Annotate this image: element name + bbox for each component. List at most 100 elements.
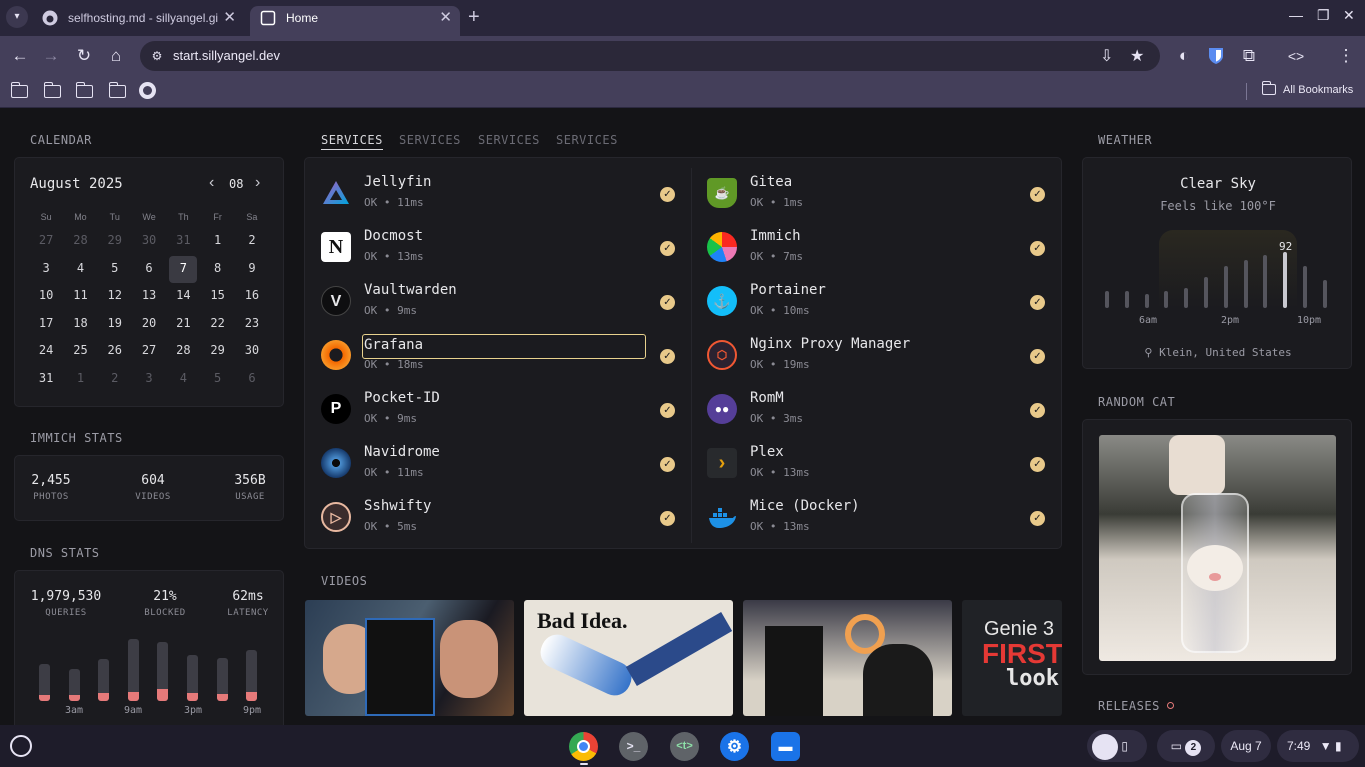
calendar-day[interactable]: 22 (200, 311, 234, 339)
tab-selfhosting[interactable]: selfhosting.md - sillyangel.github.io ✕ (32, 6, 244, 36)
service-vaultwarden[interactable]: V Vaultwarden OK • 9ms ✓ (321, 282, 676, 328)
calendar-day[interactable]: 27 (132, 338, 166, 366)
calendar-day[interactable]: 31 (166, 228, 200, 256)
calendar-day[interactable]: 16 (235, 283, 269, 311)
launcher-icon[interactable] (10, 735, 32, 757)
calendar-day[interactable]: 15 (200, 283, 234, 311)
calendar-day[interactable]: 3 (132, 366, 166, 394)
video-thumbnail[interactable]: Bad Idea. (524, 600, 733, 716)
calendar-day[interactable]: 14 (166, 283, 200, 311)
calendar-day[interactable]: 18 (63, 311, 97, 339)
tab-services-4[interactable]: SERVICES (556, 133, 618, 147)
tab-search-icon[interactable]: ▾ (6, 6, 28, 28)
calendar-day[interactable]: 25 (63, 338, 97, 366)
calendar-day[interactable]: 8 (200, 256, 234, 284)
restore-icon[interactable]: ❐ (1317, 7, 1330, 24)
service-pocket-id[interactable]: P Pocket-ID OK • 9ms ✓ (321, 390, 676, 436)
tab-home[interactable]: Home ✕ (250, 6, 460, 36)
bookmark-folder-icon[interactable] (10, 82, 28, 98)
service-sshwifty[interactable]: ▷ Sshwifty OK • 5ms ✓ (321, 498, 676, 544)
address-bar[interactable]: ⚙ start.sillyangel.dev ⇩ ★ (140, 41, 1160, 71)
calendar-day[interactable]: 20 (132, 311, 166, 339)
service-docmost[interactable]: N Docmost OK • 13ms ✓ (321, 228, 676, 274)
calendar-day[interactable]: 6 (235, 366, 269, 394)
calendar-day[interactable]: 2 (235, 228, 269, 256)
calendar-day[interactable]: 24 (29, 338, 63, 366)
menu-kebab-icon[interactable]: ⋮ (1335, 45, 1357, 67)
calendar-day[interactable]: 31 (29, 366, 63, 394)
back-icon[interactable]: ← (9, 45, 31, 67)
tab-services-2[interactable]: SERVICES (399, 133, 461, 147)
calendar-day[interactable]: 26 (98, 338, 132, 366)
cat-photo[interactable] (1099, 435, 1336, 661)
tab-services-1[interactable]: SERVICES (321, 133, 383, 150)
video-thumbnail[interactable] (305, 600, 514, 716)
calendar-day[interactable]: 19 (98, 311, 132, 339)
calendar-day[interactable]: 30 (132, 228, 166, 256)
extension-cookie-icon[interactable]: ◐ (1173, 45, 1195, 67)
video-thumbnail[interactable] (743, 600, 952, 716)
calendar-day[interactable]: 29 (200, 338, 234, 366)
calendar-today[interactable]: 7 (169, 255, 198, 283)
chrome-icon[interactable] (569, 732, 598, 761)
service-jellyfin[interactable]: Jellyfin OK • 11ms ✓ (321, 174, 676, 220)
calendar-day[interactable]: 6 (132, 256, 166, 284)
service-nginx-proxy-manager[interactable]: ⬡ Nginx Proxy Manager OK • 19ms ✓ (707, 336, 1047, 382)
calendar-day[interactable]: 29 (98, 228, 132, 256)
service-grafana[interactable]: Grafana OK • 18ms ✓ (321, 334, 676, 382)
close-icon[interactable]: ✕ (223, 6, 236, 30)
calendar-day[interactable]: 28 (63, 228, 97, 256)
calendar-day[interactable]: 13 (132, 283, 166, 311)
tab-services-3[interactable]: SERVICES (478, 133, 540, 147)
dev-terminal-icon[interactable]: <t> (670, 732, 699, 761)
install-app-icon[interactable]: ⇩ (1100, 46, 1113, 66)
calendar-day[interactable]: 21 (166, 311, 200, 339)
chevron-right-icon[interactable]: › (255, 174, 260, 192)
calendar-day[interactable]: 30 (235, 338, 269, 366)
calendar-day[interactable]: 5 (200, 366, 234, 394)
minimize-icon[interactable]: — (1289, 7, 1303, 23)
terminal-icon[interactable]: >_ (619, 732, 648, 761)
bookmark-folder-icon[interactable] (108, 82, 126, 98)
close-window-icon[interactable]: ✕ (1343, 7, 1355, 24)
calendar-day[interactable]: 10 (29, 283, 63, 311)
files-icon[interactable]: ▬ (771, 732, 800, 761)
calendar-day[interactable]: 2 (98, 366, 132, 394)
forward-icon[interactable]: → (40, 45, 62, 67)
calendar-day[interactable]: 27 (29, 228, 63, 256)
calendar-day[interactable]: 1 (200, 228, 234, 256)
calendar-day[interactable]: 11 (63, 283, 97, 311)
calendar-day[interactable]: 12 (98, 283, 132, 311)
video-thumbnail[interactable]: Genie 3 FIRST look (962, 600, 1062, 716)
extensions-puzzle-icon[interactable]: ⧉ (1238, 45, 1260, 67)
calendar-day[interactable]: 23 (235, 311, 269, 339)
calendar-day[interactable]: 28 (166, 338, 200, 366)
service-plex[interactable]: › Plex OK • 13ms ✓ (707, 444, 1047, 490)
close-icon[interactable]: ✕ (439, 6, 452, 30)
service-gitea[interactable]: ☕ Gitea OK • 1ms ✓ (707, 174, 1047, 220)
calendar-day[interactable]: 9 (235, 256, 269, 284)
bookmark-star-icon[interactable]: ★ (1130, 46, 1144, 66)
service-mice-docker[interactable]: Mice (Docker) OK • 13ms ✓ (707, 498, 1047, 544)
chevron-left-icon[interactable]: ‹ (209, 174, 214, 192)
bookmark-folder-icon[interactable] (43, 82, 61, 98)
new-tab-button[interactable]: + (468, 6, 480, 28)
home-icon[interactable]: ⌂ (105, 45, 127, 67)
calendar-day[interactable]: 4 (63, 256, 97, 284)
github-bookmark-icon[interactable] (139, 82, 156, 99)
service-navidrome[interactable]: Navidrome OK • 11ms ✓ (321, 444, 676, 490)
calendar-day[interactable]: 5 (98, 256, 132, 284)
screen-cast-tray[interactable]: ▭ 2 (1157, 730, 1215, 762)
service-romm[interactable]: ●● RomM OK • 3ms ✓ (707, 390, 1047, 436)
all-bookmarks-button[interactable]: All Bookmarks (1261, 81, 1353, 97)
service-immich[interactable]: Immich OK • 7ms ✓ (707, 228, 1047, 274)
service-portainer[interactable]: ⚓ Portainer OK • 10ms ✓ (707, 282, 1047, 328)
phone-hub-tray[interactable]: ▯ (1087, 730, 1147, 762)
settings-gear-icon[interactable]: ⚙ (720, 732, 749, 761)
devtools-code-icon[interactable]: <> (1285, 45, 1307, 67)
status-tray[interactable]: 7:49 ▼ ▮ (1277, 730, 1359, 762)
date-tray[interactable]: Aug 7 (1221, 730, 1271, 762)
calendar-day[interactable]: 17 (29, 311, 63, 339)
bitwarden-shield-icon[interactable] (1205, 45, 1227, 67)
calendar-day[interactable]: 1 (63, 366, 97, 394)
